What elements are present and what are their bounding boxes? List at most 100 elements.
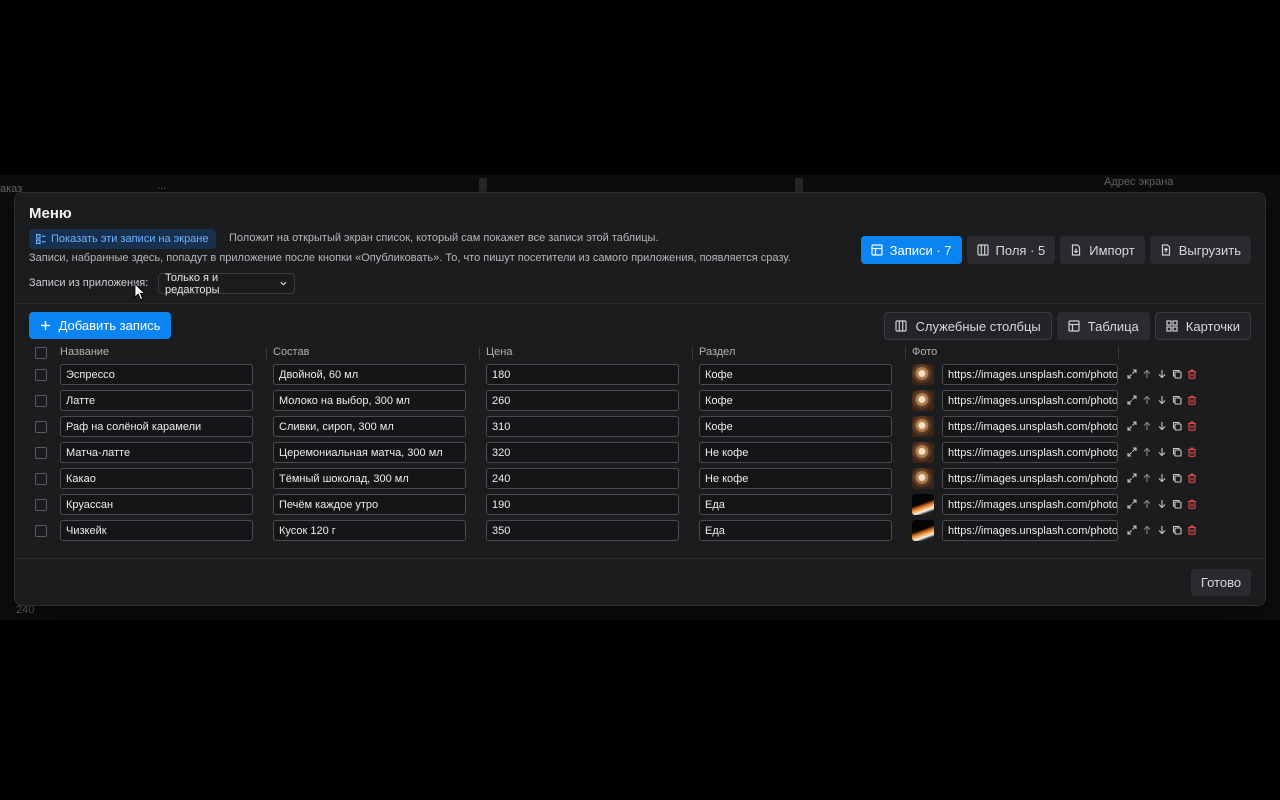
tab-fields[interactable]: Поля · 5 (966, 236, 1056, 264)
expand-icon[interactable] (1126, 498, 1138, 510)
row-checkbox[interactable] (35, 395, 47, 407)
show-records-on-screen-button[interactable]: Показать эти записи на экране (29, 229, 216, 249)
table-view-button[interactable]: Таблица (1056, 312, 1150, 340)
photo-url-input[interactable]: https://images.unsplash.com/photo (942, 494, 1118, 515)
name-input[interactable]: Чизкейк (60, 520, 253, 541)
duplicate-icon[interactable] (1171, 368, 1183, 380)
move-up-icon[interactable] (1141, 420, 1153, 432)
name-input[interactable]: Эспрессо (60, 364, 253, 385)
price-input[interactable]: 310 (486, 416, 679, 437)
name-input[interactable]: Матча-латте (60, 442, 253, 463)
photo-url-input[interactable]: https://images.unsplash.com/photo (942, 390, 1118, 411)
price-input[interactable]: 180 (486, 364, 679, 385)
column-resize-handle[interactable] (479, 347, 480, 359)
name-input[interactable]: Какао (60, 468, 253, 489)
composition-input[interactable]: Кусок 120 г (273, 520, 466, 541)
delete-icon[interactable] (1186, 368, 1198, 380)
delete-icon[interactable] (1186, 394, 1198, 406)
expand-icon[interactable] (1126, 446, 1138, 458)
delete-icon[interactable] (1186, 524, 1198, 536)
row-checkbox[interactable] (35, 447, 47, 459)
duplicate-icon[interactable] (1171, 472, 1183, 484)
photo-url-input[interactable]: https://images.unsplash.com/photo (942, 416, 1118, 437)
delete-icon[interactable] (1186, 498, 1198, 510)
name-input[interactable]: Круассан (60, 494, 253, 515)
row-checkbox[interactable] (35, 525, 47, 537)
delete-icon[interactable] (1186, 446, 1198, 458)
expand-icon[interactable] (1126, 524, 1138, 536)
delete-icon[interactable] (1186, 472, 1198, 484)
duplicate-icon[interactable] (1171, 420, 1183, 432)
records-source-select[interactable]: Только я и редакторы (158, 272, 295, 296)
composition-input[interactable]: Молоко на выбор, 300 мл (273, 390, 466, 411)
photo-thumbnail[interactable] (912, 416, 934, 437)
expand-icon[interactable] (1126, 472, 1138, 484)
composition-input[interactable]: Тёмный шоколад, 300 мл (273, 468, 466, 489)
done-button[interactable]: Готово (1191, 569, 1251, 596)
duplicate-icon[interactable] (1171, 524, 1183, 536)
price-input[interactable]: 320 (486, 442, 679, 463)
column-resize-handle[interactable] (1118, 347, 1119, 359)
photo-thumbnail[interactable] (912, 390, 934, 411)
photo-url-input[interactable]: https://images.unsplash.com/photo (942, 442, 1118, 463)
move-up-icon[interactable] (1141, 472, 1153, 484)
move-down-icon[interactable] (1156, 524, 1168, 536)
move-up-icon[interactable] (1141, 446, 1153, 458)
row-checkbox[interactable] (35, 473, 47, 485)
section-input[interactable]: Не кофе (699, 468, 892, 489)
move-down-icon[interactable] (1156, 446, 1168, 458)
price-input[interactable]: 350 (486, 520, 679, 541)
move-down-icon[interactable] (1156, 498, 1168, 510)
composition-input[interactable]: Сливки, сироп, 300 мл (273, 416, 466, 437)
composition-input[interactable]: Двойной, 60 мл (273, 364, 466, 385)
name-input[interactable]: Латте (60, 390, 253, 411)
section-input[interactable]: Кофе (699, 364, 892, 385)
move-down-icon[interactable] (1156, 472, 1168, 484)
photo-url-input[interactable]: https://images.unsplash.com/photo (942, 468, 1118, 489)
row-checkbox[interactable] (35, 421, 47, 433)
row-checkbox[interactable] (35, 499, 47, 511)
move-up-icon[interactable] (1141, 498, 1153, 510)
tab-export[interactable]: Выгрузить (1149, 236, 1251, 264)
photo-url-input[interactable]: https://images.unsplash.com/photo (942, 364, 1118, 385)
photo-thumbnail[interactable] (912, 494, 934, 515)
column-resize-handle[interactable] (266, 347, 267, 359)
move-up-icon[interactable] (1141, 394, 1153, 406)
section-input[interactable]: Кофе (699, 390, 892, 411)
photo-thumbnail[interactable] (912, 468, 934, 489)
price-input[interactable]: 260 (486, 390, 679, 411)
expand-icon[interactable] (1126, 368, 1138, 380)
photo-thumbnail[interactable] (912, 520, 934, 541)
photo-url-input[interactable]: https://images.unsplash.com/photo (942, 520, 1118, 541)
column-resize-handle[interactable] (692, 347, 693, 359)
tab-records[interactable]: Записи · 7 (860, 236, 962, 264)
section-input[interactable]: Не кофе (699, 442, 892, 463)
move-down-icon[interactable] (1156, 368, 1168, 380)
price-input[interactable]: 190 (486, 494, 679, 515)
row-checkbox[interactable] (35, 369, 47, 381)
delete-icon[interactable] (1186, 420, 1198, 432)
expand-icon[interactable] (1126, 420, 1138, 432)
move-down-icon[interactable] (1156, 394, 1168, 406)
section-input[interactable]: Еда (699, 520, 892, 541)
move-down-icon[interactable] (1156, 420, 1168, 432)
column-resize-handle[interactable] (905, 347, 906, 359)
duplicate-icon[interactable] (1171, 498, 1183, 510)
expand-icon[interactable] (1126, 394, 1138, 406)
duplicate-icon[interactable] (1171, 394, 1183, 406)
duplicate-icon[interactable] (1171, 446, 1183, 458)
composition-input[interactable]: Печём каждое утро (273, 494, 466, 515)
service-columns-button[interactable]: Служебные столбцы (884, 312, 1052, 340)
move-up-icon[interactable] (1141, 368, 1153, 380)
section-input[interactable]: Еда (699, 494, 892, 515)
select-all-checkbox[interactable] (35, 347, 47, 359)
photo-thumbnail[interactable] (912, 364, 934, 385)
add-record-button[interactable]: Добавить запись (29, 312, 171, 339)
tab-import[interactable]: Импорт (1060, 236, 1145, 264)
move-up-icon[interactable] (1141, 524, 1153, 536)
photo-thumbnail[interactable] (912, 442, 934, 463)
name-input[interactable]: Раф на солёной карамели (60, 416, 253, 437)
composition-input[interactable]: Церемониальная матча, 300 мл (273, 442, 466, 463)
price-input[interactable]: 240 (486, 468, 679, 489)
section-input[interactable]: Кофе (699, 416, 892, 437)
